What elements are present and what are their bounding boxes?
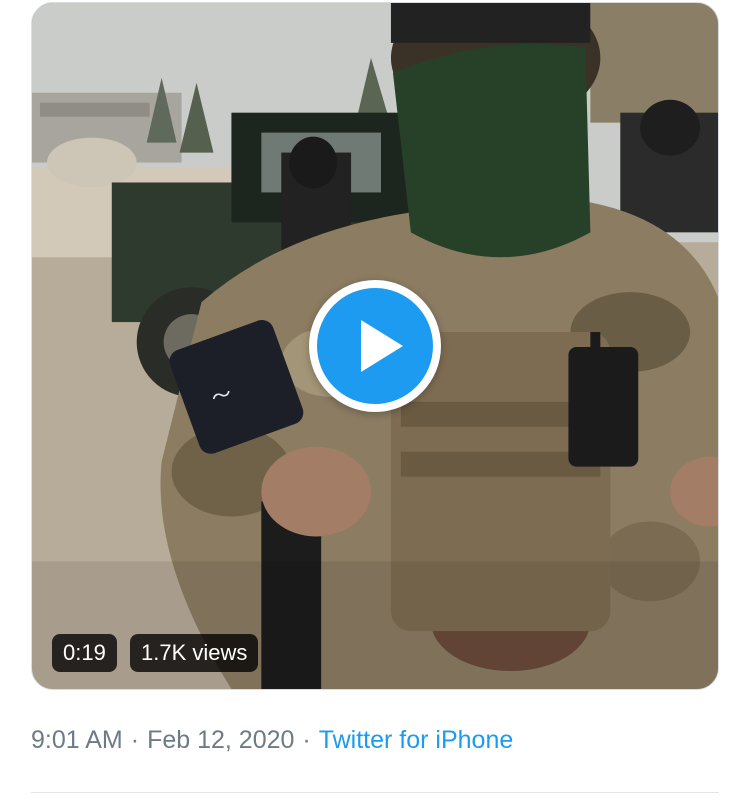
meta-separator-2: ·: [302, 726, 311, 754]
divider: [31, 792, 719, 793]
view-count-badge: 1.7K views: [130, 634, 259, 672]
play-button[interactable]: [309, 280, 441, 412]
tweet-source-link[interactable]: Twitter for iPhone: [319, 726, 514, 754]
duration-badge: 0:19: [52, 634, 117, 672]
tweet-meta-row: 9:01 AM · Feb 12, 2020 · Twitter for iPhone: [31, 726, 513, 755]
video-player[interactable]: 〜 0:19 1.7K views: [31, 2, 719, 690]
tweet-date[interactable]: Feb 12, 2020: [147, 726, 294, 754]
meta-separator: ·: [130, 726, 140, 754]
play-button-circle: [317, 288, 433, 404]
play-icon: [361, 320, 403, 372]
tweet-time: 9:01 AM: [31, 726, 123, 754]
